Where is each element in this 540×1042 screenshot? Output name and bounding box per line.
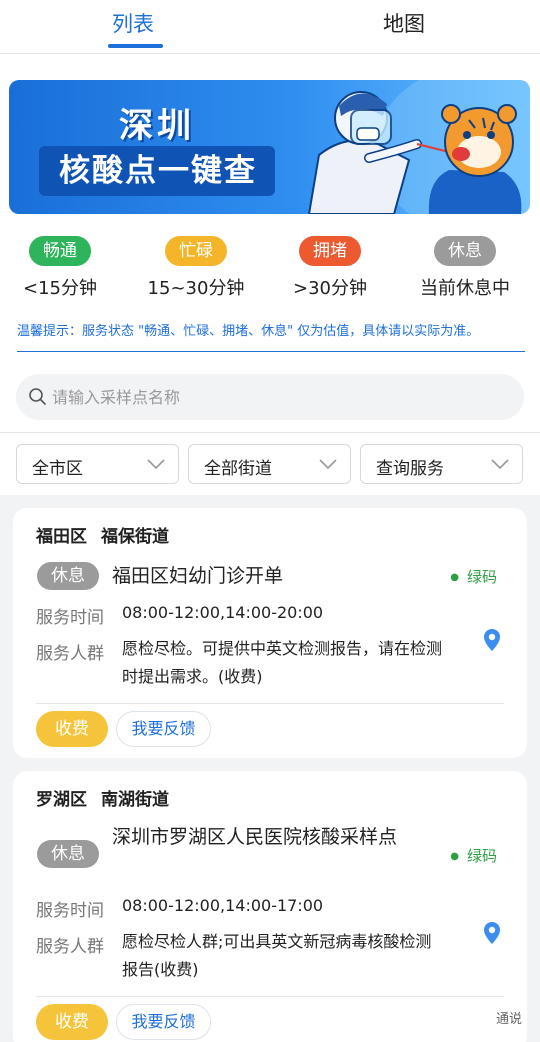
- site-name: 深圳市罗湖区人民医院核酸采样点: [112, 826, 398, 848]
- hours-value: 08:00-12:00,14:00-20:00: [122, 603, 324, 622]
- legend-desc: <15分钟: [23, 278, 97, 299]
- street-name: 南湖街道: [101, 790, 169, 810]
- chevron-down-icon: [319, 459, 337, 470]
- tab-list[interactable]: 列表: [112, 8, 154, 38]
- search-input[interactable]: [52, 374, 512, 420]
- legend-desc: 15~30分钟: [147, 278, 245, 299]
- legend-busy: 忙碌 15~30分钟: [131, 236, 261, 300]
- filter-label: 全市区: [32, 459, 83, 479]
- location-pin-icon[interactable]: [483, 921, 501, 945]
- search-icon: [29, 388, 46, 405]
- fee-tag: 收费: [36, 711, 108, 747]
- district-name: 罗湖区: [36, 790, 87, 810]
- status-badge: 休息: [37, 562, 99, 590]
- people-label: 服务人群: [36, 937, 104, 957]
- hours-value: 08:00-12:00,14:00-17:00: [122, 896, 324, 915]
- notice-tip: 温馨提示：服务状态 "畅通、忙碌、拥堵、休息" 仅为估值，具体请以实际为准。: [17, 320, 525, 352]
- search-bar[interactable]: [16, 374, 524, 420]
- legend-smooth: 畅通 <15分钟: [0, 236, 125, 300]
- card-divider: [36, 996, 504, 997]
- tab-map[interactable]: 地图: [383, 8, 425, 38]
- banner: 深圳 核酸点一键查: [9, 80, 530, 214]
- top-tab-bar: 列表 地图: [0, 0, 540, 54]
- district-name: 福田区: [36, 527, 87, 547]
- card-divider: [36, 703, 504, 704]
- status-pill-smooth: 畅通: [29, 236, 91, 266]
- status-legend: 畅通 <15分钟 忙碌 15~30分钟 拥堵 >30分钟 休息 当前休息中: [0, 236, 540, 306]
- banner-title: 深圳: [119, 106, 195, 146]
- people-value: 愿检尽检人群;可出具英文新冠病毒核酸检测报告(收费): [122, 932, 432, 979]
- status-badge: 休息: [37, 840, 99, 868]
- legend-resting: 休息 当前休息中: [400, 236, 530, 300]
- site-card[interactable]: 罗湖区南湖街道 休息 深圳市罗湖区人民医院核酸采样点 绿码 服务时间 08:00…: [13, 771, 527, 1042]
- legend-desc: >30分钟: [293, 278, 367, 299]
- feedback-button[interactable]: 我要反馈: [116, 1004, 211, 1040]
- people-value: 愿检尽检。可提供中英文检测报告，请在检测时提出需求。(收费): [122, 639, 443, 686]
- chevron-down-icon: [491, 459, 509, 470]
- hours-label: 服务时间: [36, 901, 104, 921]
- green-code-status: 绿码: [450, 845, 497, 866]
- status-pill-busy: 忙碌: [165, 236, 227, 266]
- watermark: 通说: [495, 1012, 522, 1027]
- site-card[interactable]: 福田区福保街道 休息 福田区妇幼门诊开单 绿码 服务时间 08:00-12:00…: [13, 508, 527, 758]
- fee-tag: 收费: [36, 1004, 108, 1040]
- people-label: 服务人群: [36, 644, 104, 664]
- service-select[interactable]: 查询服务: [360, 444, 523, 484]
- status-pill-crowded: 拥堵: [299, 236, 361, 266]
- legend-desc: 当前休息中: [420, 278, 510, 299]
- location-pin-icon[interactable]: [483, 628, 501, 652]
- site-name: 福田区妇幼门诊开单: [112, 565, 284, 587]
- filter-label: 查询服务: [376, 459, 444, 479]
- legend-crowded: 拥堵 >30分钟: [265, 236, 395, 300]
- card-location: 福田区 福保街道: [36, 522, 169, 547]
- chevron-down-icon: [147, 459, 165, 470]
- banner-subtitle: 核酸点一键查: [39, 146, 275, 196]
- status-pill-resting: 休息: [434, 236, 496, 266]
- district-select[interactable]: 全市区: [16, 444, 179, 484]
- divider: [0, 432, 540, 433]
- street-select[interactable]: 全部街道: [188, 444, 351, 484]
- card-location: 罗湖区 南湖街道: [36, 785, 169, 810]
- nurse-tiger-illustration: [307, 80, 530, 214]
- green-code-status: 绿码: [450, 566, 497, 587]
- feedback-button[interactable]: 我要反馈: [116, 711, 211, 747]
- filter-label: 全部街道: [204, 459, 272, 479]
- active-tab-indicator: [108, 44, 163, 48]
- hours-label: 服务时间: [36, 608, 104, 628]
- street-name: 福保街道: [101, 527, 169, 547]
